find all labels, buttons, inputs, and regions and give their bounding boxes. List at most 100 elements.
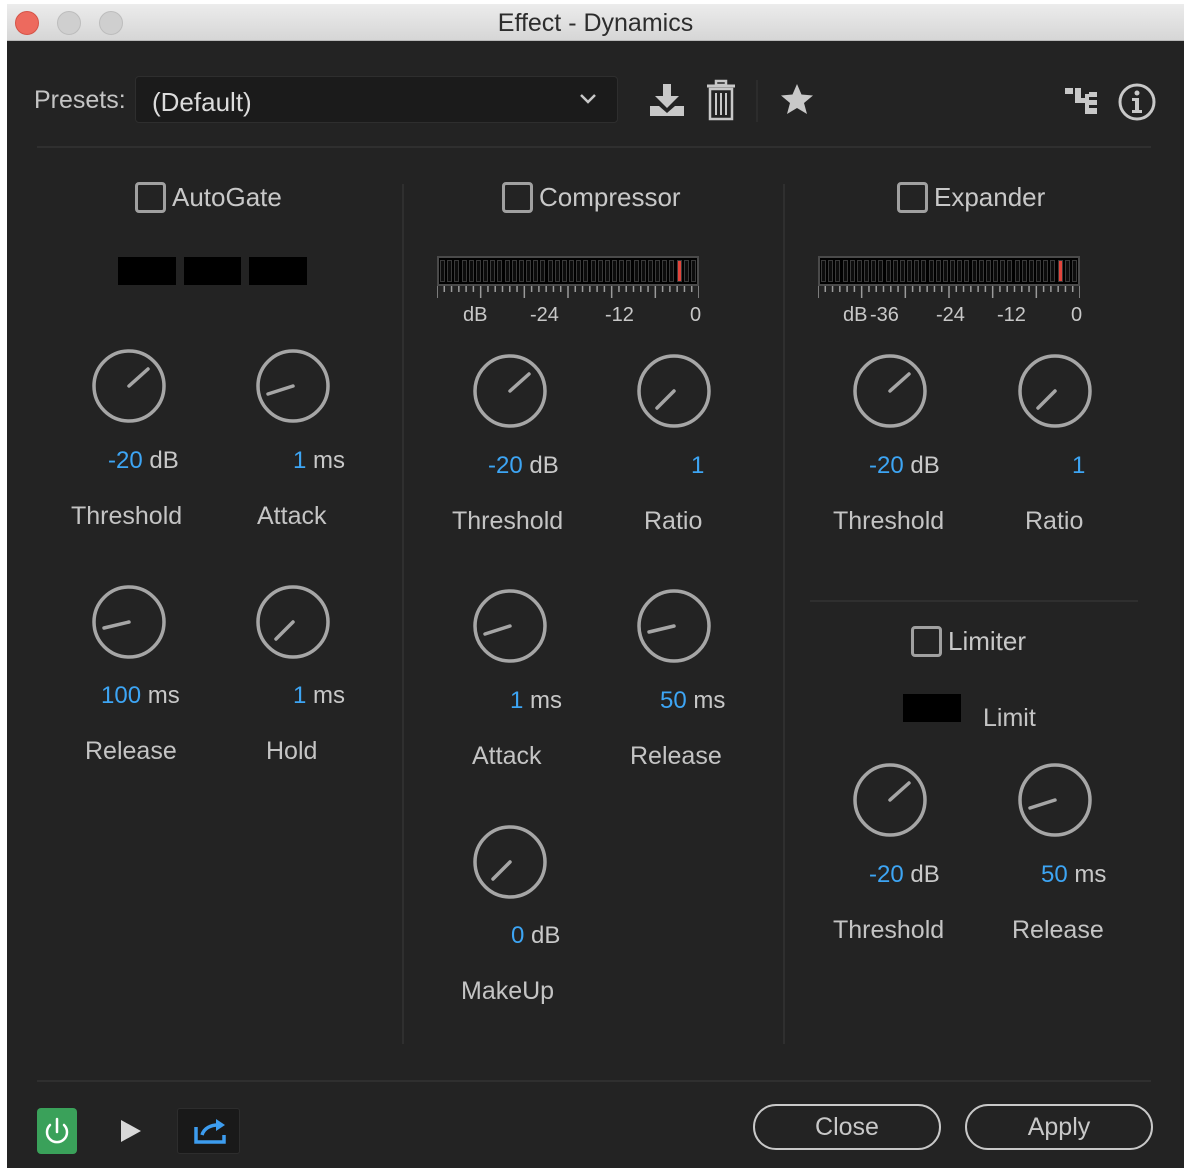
meter-segment [928, 260, 934, 282]
footer-divider [37, 1080, 1151, 1082]
meter-segment [669, 260, 675, 282]
autogate-threshold-value[interactable]: -20 dB [108, 447, 179, 475]
meter-segment [612, 260, 618, 282]
meter-segment [504, 260, 510, 282]
loop-playback-button[interactable] [177, 1108, 240, 1154]
meter-segment [971, 260, 977, 282]
expander-checkbox[interactable] [897, 182, 928, 213]
play-icon[interactable] [119, 1118, 143, 1144]
meter-segment [547, 260, 553, 282]
autogate-toggle[interactable]: AutoGate [135, 182, 282, 213]
limiter-checkbox[interactable] [911, 626, 942, 657]
meter-segment [526, 260, 532, 282]
autogate-hold-knob[interactable] [255, 584, 331, 660]
compressor-threshold-value[interactable]: -20 dB [488, 452, 559, 480]
compressor-release-value[interactable]: 50 ms [660, 687, 725, 715]
header-divider [37, 146, 1151, 148]
meter-segment [554, 260, 560, 282]
autogate-attack-value[interactable]: 1 ms [293, 447, 345, 475]
meter-segment [590, 260, 596, 282]
compressor-ratio-knob[interactable] [636, 353, 712, 429]
expander-ratio-value[interactable]: 1 [1072, 452, 1085, 480]
meter-segment [533, 260, 539, 282]
meter-segment [583, 260, 589, 282]
autogate-threshold-label: Threshold [71, 502, 183, 530]
meter-segment [490, 260, 496, 282]
compressor-threshold-knob[interactable] [472, 353, 548, 429]
expander-ratio-label: Ratio [1025, 507, 1084, 535]
download-icon[interactable] [646, 80, 688, 120]
limiter-toggle[interactable]: Limiter [911, 626, 1026, 657]
expander-label: Expander [934, 182, 1046, 212]
meter-segment [1057, 260, 1063, 282]
autogate-release-knob[interactable] [91, 584, 167, 660]
compressor-meter-label-db: dB [463, 304, 488, 326]
compressor-attack-knob[interactable] [472, 588, 548, 664]
compressor-toggle[interactable]: Compressor [502, 182, 681, 213]
compressor-checkbox[interactable] [502, 182, 533, 213]
compressor-makeup-label: MakeUp [461, 977, 555, 1005]
meter-segment [633, 260, 639, 282]
limiter-release-value[interactable]: 50 ms [1041, 861, 1106, 889]
preset-dropdown[interactable]: (Default) [135, 76, 618, 123]
meter-segment [576, 260, 582, 282]
apply-button[interactable]: Apply [965, 1104, 1153, 1150]
meter-segment [907, 260, 913, 282]
expander-meter-label-12: -12 [997, 304, 1026, 326]
close-button[interactable]: Close [753, 1104, 941, 1150]
power-button[interactable] [37, 1108, 77, 1154]
meter-segment [914, 260, 920, 282]
meter-segment [849, 260, 855, 282]
compressor-attack-value[interactable]: 1 ms [510, 687, 562, 715]
title-bar: Effect - Dynamics [7, 4, 1184, 41]
meter-segment [1050, 260, 1056, 282]
limiter-label: Limiter [948, 626, 1027, 656]
trash-icon[interactable] [705, 78, 737, 122]
meter-segment [835, 260, 841, 282]
limit-indicator [903, 694, 961, 722]
expander-meter-scale [818, 286, 1080, 298]
limiter-threshold-value[interactable]: -20 dB [869, 861, 940, 889]
routing-icon[interactable] [1064, 86, 1098, 116]
compressor-makeup-knob[interactable] [472, 824, 548, 900]
star-icon[interactable] [779, 82, 815, 116]
expander-ratio-knob[interactable] [1017, 353, 1093, 429]
meter-segment [1021, 260, 1027, 282]
info-icon[interactable] [1117, 82, 1157, 122]
autogate-release-value[interactable]: 100 ms [101, 682, 180, 710]
limiter-divider [810, 600, 1138, 602]
meter-segment [468, 260, 474, 282]
autogate-threshold-knob[interactable] [91, 348, 167, 424]
meter-segment [1028, 260, 1034, 282]
limiter-threshold-knob[interactable] [852, 762, 928, 838]
compressor-release-knob[interactable] [636, 588, 712, 664]
compressor-threshold-label: Threshold [452, 507, 564, 535]
compressor-makeup-value[interactable]: 0 dB [511, 922, 560, 950]
expander-threshold-knob[interactable] [852, 353, 928, 429]
expander-meter-label-36: -36 [870, 304, 899, 326]
meter-segment [461, 260, 467, 282]
column-divider-1 [402, 184, 404, 1044]
expander-toggle[interactable]: Expander [897, 182, 1045, 213]
autogate-checkbox[interactable] [135, 182, 166, 213]
limiter-release-knob[interactable] [1017, 762, 1093, 838]
power-icon [45, 1117, 69, 1144]
autogate-label: AutoGate [172, 182, 282, 212]
compressor-ratio-value[interactable]: 1 [691, 452, 704, 480]
expander-threshold-value[interactable]: -20 dB [869, 452, 940, 480]
autogate-hold-value[interactable]: 1 ms [293, 682, 345, 710]
meter-segment [892, 260, 898, 282]
expander-meter-label-0: 0 [1071, 304, 1083, 326]
compressor-meter-label-24: -24 [530, 304, 559, 326]
meter-segment [604, 260, 610, 282]
meter-segment [540, 260, 546, 282]
autogate-attack-knob[interactable] [255, 348, 331, 424]
meter-segment [950, 260, 956, 282]
meter-segment [856, 260, 862, 282]
meter-segment [964, 260, 970, 282]
meter-segment [647, 260, 653, 282]
meter-segment [561, 260, 567, 282]
meter-segment [475, 260, 481, 282]
meter-segment [993, 260, 999, 282]
autogate-indicator-2 [184, 257, 241, 285]
